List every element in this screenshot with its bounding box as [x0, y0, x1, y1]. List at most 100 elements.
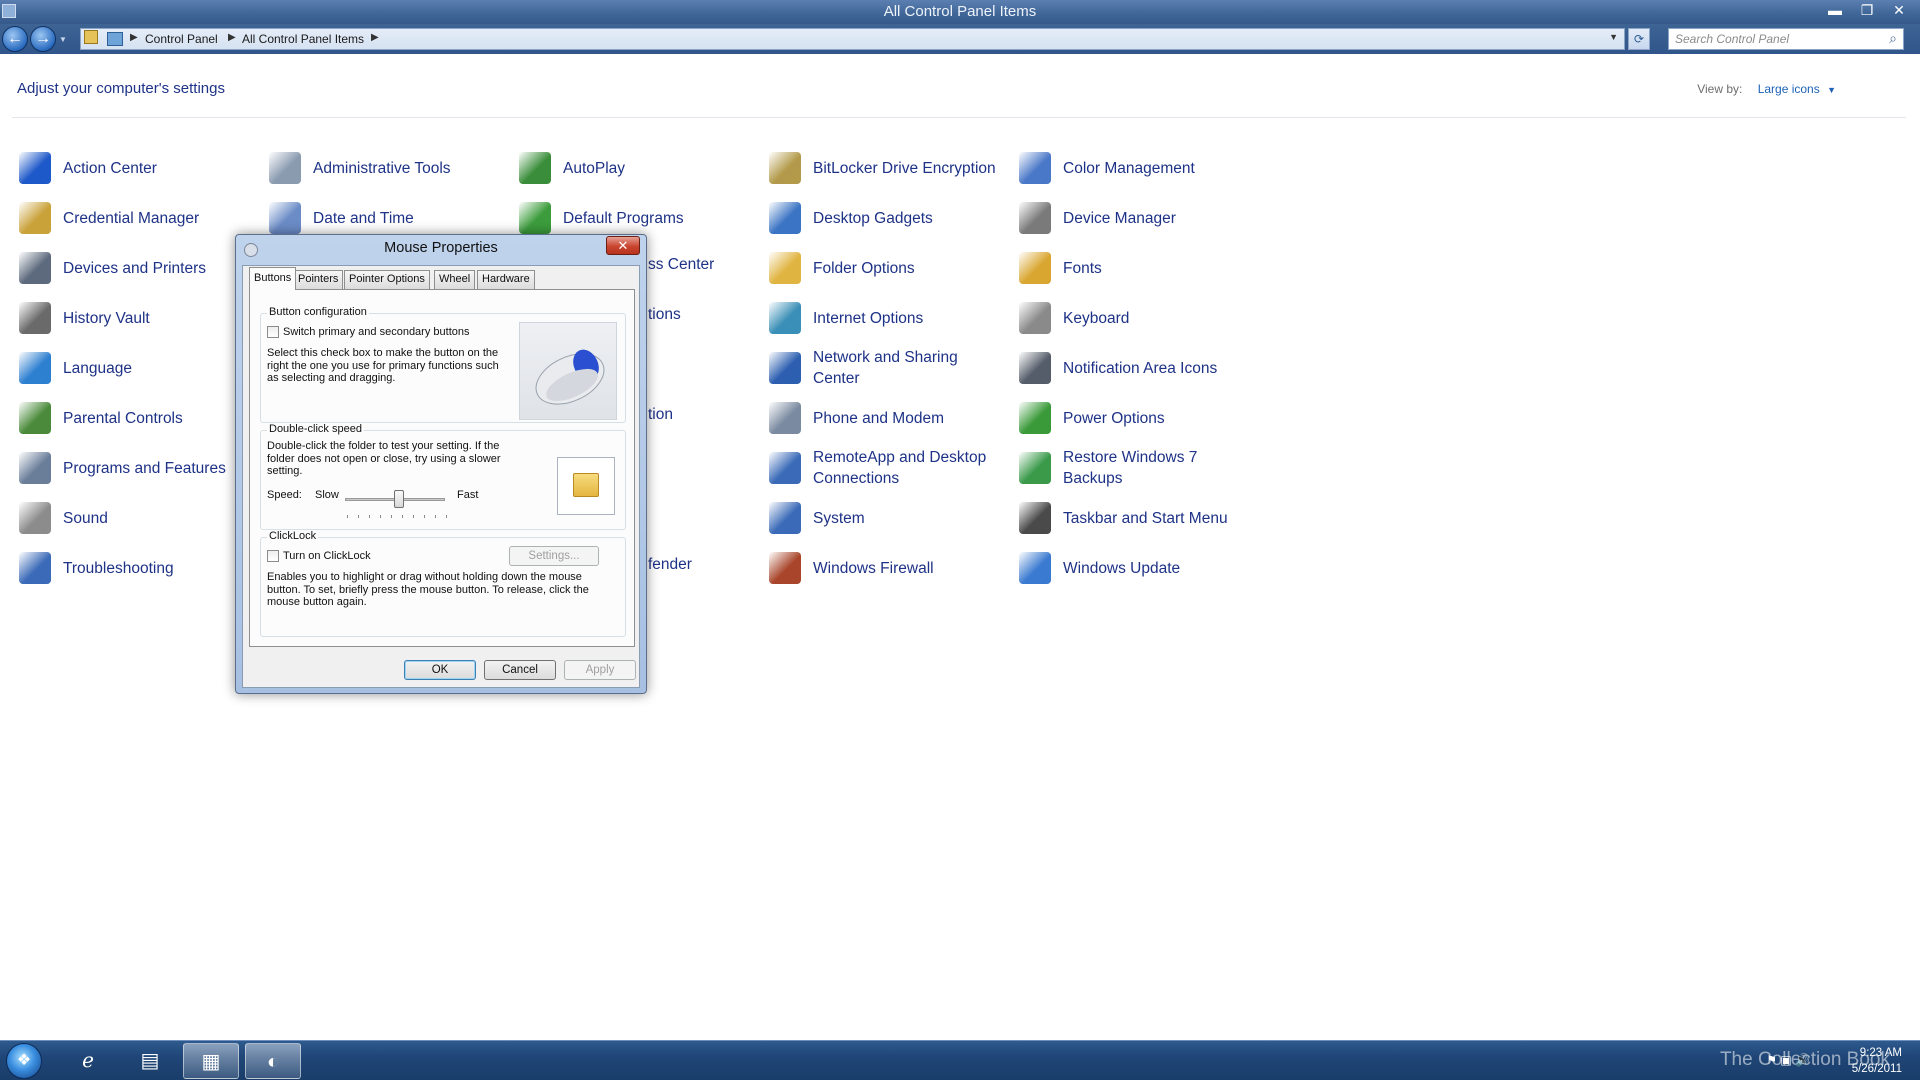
cp-item-remoteapp[interactable]: RemoteApp and Desktop Connections — [769, 449, 1009, 494]
cp-item-label: Taskbar and Start Menu — [1063, 510, 1228, 527]
cp-item-language[interactable]: Language — [19, 352, 259, 394]
cp-item-folder-options[interactable]: Folder Options — [769, 252, 1009, 294]
forward-button[interactable]: → — [30, 26, 56, 52]
clicklock-label[interactable]: Turn on ClickLock — [283, 550, 371, 563]
switch-buttons-checkbox[interactable] — [267, 326, 279, 338]
view-by-label: View by: — [1697, 82, 1743, 96]
double-click-description: Double-click the folder to test your set… — [267, 440, 501, 477]
cp-item-fonts[interactable]: Fonts — [1019, 252, 1259, 294]
view-by-dropdown[interactable]: Large icons — [1758, 82, 1820, 96]
clicklock-checkbox[interactable] — [267, 550, 279, 562]
folder-icon — [769, 252, 801, 284]
chevron-down-icon[interactable]: ▼ — [1827, 85, 1836, 95]
speed-slider-thumb[interactable] — [394, 490, 404, 508]
cp-item-partial-label[interactable]: ss Center — [648, 257, 714, 272]
cp-item-color-management[interactable]: Color Management — [1019, 152, 1259, 194]
tab-pointer-options[interactable]: Pointer Options — [344, 270, 430, 289]
cp-item-notification-icons[interactable]: Notification Area Icons — [1019, 352, 1259, 394]
folder-icon[interactable] — [573, 473, 599, 497]
start-button[interactable]: ❖ — [6, 1043, 42, 1079]
cp-item-sound[interactable]: Sound — [19, 502, 259, 544]
cp-item-keyboard[interactable]: Keyboard — [1019, 302, 1259, 344]
breadcrumb-separator-icon[interactable]: ▶ — [371, 32, 379, 43]
cp-item-restore-backups[interactable]: Restore Windows 7 Backups — [1019, 449, 1259, 494]
cp-item-label: Folder Options — [813, 260, 915, 277]
cp-item-system[interactable]: System — [769, 502, 1009, 544]
slider-tick — [358, 515, 359, 518]
system-icon — [769, 502, 801, 534]
cp-item-internet-options[interactable]: Internet Options — [769, 302, 1009, 344]
gadgets-icon — [769, 202, 801, 234]
cp-item-windows-update[interactable]: Windows Update — [1019, 552, 1259, 594]
breadcrumb-control-panel[interactable]: Control Panel — [145, 32, 218, 46]
clock-date: 5/26/2011 — [1851, 1063, 1902, 1075]
cp-item-phone-modem[interactable]: Phone and Modem — [769, 402, 1009, 444]
control-panel-taskbar-icon[interactable]: ▦ — [183, 1043, 239, 1079]
slider-tick — [402, 515, 403, 518]
cp-item-power-options[interactable]: Power Options — [1019, 402, 1259, 444]
dialog-close-button[interactable]: ✕ — [606, 236, 640, 255]
cp-item-parental-controls[interactable]: Parental Controls — [19, 402, 259, 444]
refresh-button[interactable]: ⟳ — [1628, 28, 1650, 50]
key-icon — [769, 152, 801, 184]
group-title: Button configuration — [267, 306, 369, 318]
color-icon — [1019, 152, 1051, 184]
mouse-properties-taskbar-icon[interactable]: ◐ — [245, 1043, 301, 1079]
search-icon[interactable]: ⌕ — [1889, 30, 1897, 47]
ok-button[interactable]: OK — [404, 660, 476, 680]
address-bar[interactable]: ▶ Control Panel ▶ All Control Panel Item… — [80, 28, 1625, 50]
cp-item-desktop-gadgets[interactable]: Desktop Gadgets — [769, 202, 1009, 244]
tab-buttons[interactable]: Buttons — [249, 267, 297, 290]
cp-item-label: Fonts — [1063, 260, 1102, 277]
folder-icon — [84, 30, 98, 44]
back-button[interactable]: ← — [2, 26, 28, 52]
internet-explorer-icon[interactable]: ℯ — [60, 1043, 116, 1079]
cp-item-device-manager[interactable]: Device Manager — [1019, 202, 1259, 244]
history-icon — [19, 302, 51, 334]
power-icon — [1019, 402, 1051, 434]
slider-tick — [424, 515, 425, 518]
explorer-folder-icon[interactable]: ▤ — [122, 1043, 178, 1079]
view-by: View by: Large icons ▼ — [1697, 82, 1836, 96]
address-dropdown-icon[interactable]: ▼ — [1609, 32, 1618, 42]
minimize-button[interactable]: ▬ — [1822, 1, 1848, 19]
tab-hardware[interactable]: Hardware — [477, 270, 535, 289]
cp-item-action-center[interactable]: Action Center — [19, 152, 259, 194]
cp-item-bitlocker[interactable]: BitLocker Drive Encryption — [769, 152, 1009, 194]
tab-wheel[interactable]: Wheel — [434, 270, 476, 289]
window-title-bar: All Control Panel Items ▬ ❐ ✕ — [0, 0, 1920, 24]
clock[interactable]: 9:23 AM 5/26/2011 — [1852, 1045, 1902, 1077]
notification-tray[interactable]: ⚑ ▣ 🔊 — [1766, 1053, 1810, 1067]
tools-icon — [269, 152, 301, 184]
cp-item-programs-features[interactable]: Programs and Features — [19, 452, 259, 494]
cp-item-taskbar-start[interactable]: Taskbar and Start Menu — [1019, 502, 1259, 544]
search-input[interactable]: Search Control Panel ⌕ — [1668, 28, 1904, 50]
cancel-button[interactable]: Cancel — [484, 660, 556, 680]
breadcrumb-separator-icon[interactable]: ▶ — [228, 32, 236, 43]
restore-button[interactable]: ❐ — [1854, 1, 1880, 19]
tab-pointers[interactable]: Pointers — [293, 270, 344, 289]
cp-item-autoplay[interactable]: AutoPlay — [519, 152, 759, 194]
slider-tick — [380, 515, 381, 518]
cp-item-administrative-tools[interactable]: Administrative Tools — [269, 152, 509, 194]
cp-item-network-sharing[interactable]: Network and Sharing Center — [769, 349, 1009, 394]
test-folder[interactable] — [557, 457, 615, 515]
apply-button[interactable]: Apply — [564, 660, 636, 680]
switch-buttons-label[interactable]: Switch primary and secondary buttons — [283, 326, 469, 339]
cp-item-credential-manager[interactable]: Credential Manager — [19, 202, 259, 244]
cp-item-partial-label[interactable]: fender — [648, 557, 692, 572]
breadcrumb-separator-icon[interactable]: ▶ — [130, 32, 138, 43]
cp-item-history-vault[interactable]: History Vault — [19, 302, 259, 344]
recent-pages-chevron-icon[interactable]: ▼ — [59, 35, 67, 44]
cp-item-label: Color Management — [1063, 160, 1195, 177]
cp-item-partial-label[interactable]: tion — [648, 407, 673, 422]
dialog-body: Buttons Pointers Pointer Options Wheel H… — [242, 265, 640, 688]
cp-item-partial-label[interactable]: tions — [648, 307, 681, 322]
close-button[interactable]: ✕ — [1886, 1, 1912, 19]
clicklock-settings-button[interactable]: Settings... — [509, 546, 599, 566]
cp-item-devices-printers[interactable]: Devices and Printers — [19, 252, 259, 294]
breadcrumb-all-items[interactable]: All Control Panel Items — [242, 32, 364, 46]
cp-item-troubleshooting[interactable]: Troubleshooting — [19, 552, 259, 594]
cp-item-label: Administrative Tools — [313, 160, 451, 177]
cp-item-windows-firewall[interactable]: Windows Firewall — [769, 552, 1009, 594]
